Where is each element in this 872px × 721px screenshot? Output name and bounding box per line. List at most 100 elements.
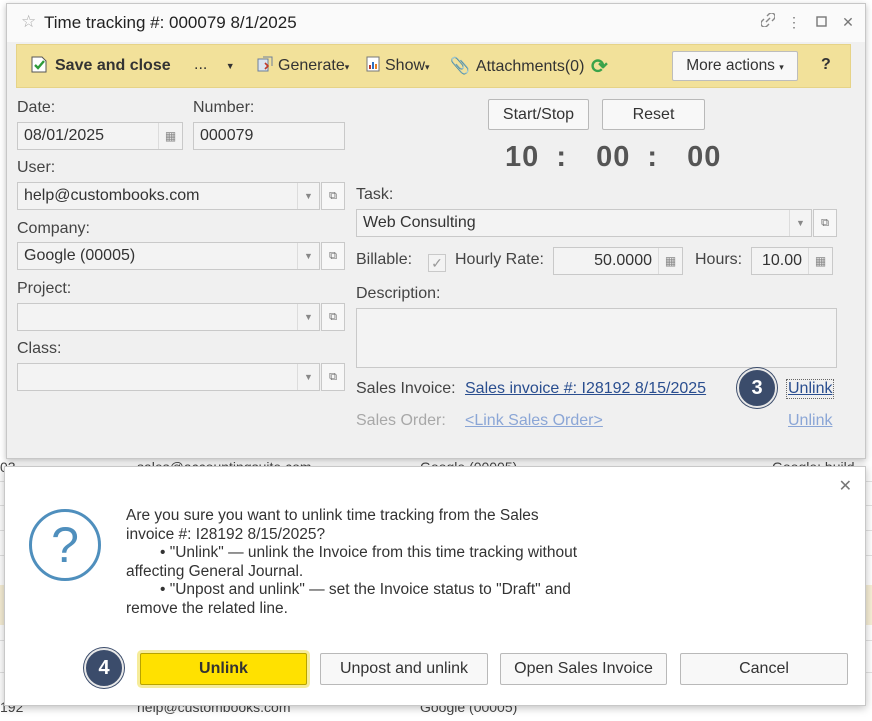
user-select[interactable]: help@custombooks.com ▼ xyxy=(17,182,320,210)
number-value: 000079 xyxy=(200,127,254,144)
sales-invoice-label: Sales Invoice: xyxy=(356,380,456,397)
billable-checkbox[interactable]: ✓ xyxy=(428,254,446,272)
dialog-text-line: affecting General Journal. xyxy=(126,562,304,580)
timer-display: 10 : 00 : 00 xyxy=(505,141,721,174)
dialog-text-line: Are you sure you want to unlink time tra… xyxy=(126,507,539,524)
window-title: Time tracking #: 000079 8/1/2025 xyxy=(44,13,297,32)
more-menu-button[interactable]: ... ▼ xyxy=(194,56,235,74)
open-user-button[interactable]: ⧉ xyxy=(321,182,345,210)
date-label: Date: xyxy=(17,99,56,116)
dialog-text-line: invoice #: I28192 8/15/2025? xyxy=(126,525,326,543)
open-class-button[interactable]: ⧉ xyxy=(321,363,345,391)
chevron-down-icon: ▾ xyxy=(425,62,430,72)
reset-button[interactable]: Reset xyxy=(602,99,705,130)
project-label: Project: xyxy=(17,280,72,297)
chevron-down-icon[interactable]: ▼ xyxy=(297,183,319,209)
dialog-text-line: • "Unpost and unlink" — set the Invoice … xyxy=(160,581,571,598)
report-icon xyxy=(366,56,380,72)
step-badge-3: 3 xyxy=(737,368,777,408)
timer-hours: 10 xyxy=(505,141,540,173)
calculator-icon[interactable]: ▦ xyxy=(658,248,682,274)
timer-minutes: 00 xyxy=(596,141,631,173)
dialog-text-line: remove the related line. xyxy=(126,599,288,617)
unlink-button[interactable]: Unlink xyxy=(140,653,307,685)
company-value: Google (00005) xyxy=(24,247,136,264)
question-icon: ? xyxy=(29,509,101,581)
user-label: User: xyxy=(17,159,56,176)
generate-icon xyxy=(257,56,273,72)
chevron-down-icon[interactable]: ▼ xyxy=(297,304,319,330)
more-vert-icon[interactable]: ⋮ xyxy=(785,13,803,31)
title-bar: ☆ Time tracking #: 000079 8/1/2025 ⋮ ✕ xyxy=(7,4,865,42)
time-tracking-window: ☆ Time tracking #: 000079 8/1/2025 ⋮ ✕ S… xyxy=(6,3,866,459)
date-value: 08/01/2025 xyxy=(24,127,105,144)
chevron-down-icon[interactable]: ▼ xyxy=(789,210,811,236)
toolbar: Save and close ... ▼ Generate▾ Show▾ 📎 At… xyxy=(16,44,851,88)
number-label: Number: xyxy=(193,99,255,116)
task-select[interactable]: Web Consulting ▼ xyxy=(356,209,812,237)
timer-separator: : xyxy=(556,141,567,173)
task-value: Web Consulting xyxy=(363,214,476,231)
generate-label: Generate xyxy=(278,57,345,74)
close-icon[interactable]: ✕ xyxy=(839,476,852,496)
user-value: help@custombooks.com xyxy=(24,187,200,204)
open-company-button[interactable]: ⧉ xyxy=(321,242,345,270)
class-label: Class: xyxy=(17,340,62,357)
hours-value: 10.00 xyxy=(761,252,802,269)
star-icon[interactable]: ☆ xyxy=(21,12,36,32)
date-field[interactable]: 08/01/2025 ▦ xyxy=(17,122,183,150)
refresh-icon[interactable]: ⟳ xyxy=(591,54,608,79)
sales-order-label: Sales Order: xyxy=(356,412,446,429)
hours-label: Hours: xyxy=(695,251,743,268)
chevron-down-icon: ▼ xyxy=(225,61,235,71)
save-and-close-button[interactable]: Save and close xyxy=(31,56,171,75)
task-label: Task: xyxy=(356,186,394,203)
save-and-close-label: Save and close xyxy=(55,57,171,74)
company-label: Company: xyxy=(17,220,90,237)
link-icon[interactable] xyxy=(759,12,777,31)
open-project-button[interactable]: ⧉ xyxy=(321,303,345,331)
sales-invoice-link[interactable]: Sales invoice #: I28192 8/15/2025 xyxy=(465,380,706,398)
hourly-rate-field[interactable]: 50.0000 ▦ xyxy=(553,247,683,275)
show-label: Show xyxy=(385,57,426,74)
chevron-down-icon[interactable]: ▼ xyxy=(297,243,319,269)
maximize-icon[interactable] xyxy=(812,13,830,31)
description-textarea[interactable] xyxy=(356,308,837,368)
dialog-text-line: • "Unlink" — unlink the Invoice from thi… xyxy=(160,544,578,561)
dialog-message: Are you sure you want to unlink time tra… xyxy=(126,507,596,618)
chevron-down-icon: ▾ xyxy=(344,62,350,72)
help-button[interactable]: ? xyxy=(821,56,831,74)
open-task-button[interactable]: ⧉ xyxy=(813,209,837,237)
link-sales-order-link[interactable]: <Link Sales Order> xyxy=(465,412,603,430)
paperclip-icon: 📎 xyxy=(450,58,470,75)
open-sales-invoice-button[interactable]: Open Sales Invoice xyxy=(500,653,667,685)
chevron-down-icon[interactable]: ▼ xyxy=(297,364,319,390)
unlink-order-link[interactable]: Unlink xyxy=(788,412,832,430)
hourly-rate-label: Hourly Rate: xyxy=(455,251,544,268)
class-select[interactable]: ▼ xyxy=(17,363,320,391)
more-menu-label: ... xyxy=(194,56,208,73)
hours-field[interactable]: 10.00 ▦ xyxy=(751,247,833,275)
calculator-icon[interactable]: ▦ xyxy=(808,248,832,274)
number-field[interactable]: 000079 xyxy=(193,122,345,150)
more-actions-button[interactable]: More actions ▾ xyxy=(672,51,798,81)
unpost-and-unlink-button[interactable]: Unpost and unlink xyxy=(320,653,488,685)
unlink-confirm-dialog: ✕ ? Are you sure you want to unlink time… xyxy=(4,466,866,706)
timer-separator: : xyxy=(647,141,659,173)
generate-button[interactable]: Generate▾ xyxy=(257,56,349,75)
description-label: Description: xyxy=(356,285,441,302)
unlink-invoice-link[interactable]: Unlink xyxy=(785,379,835,399)
project-select[interactable]: ▼ xyxy=(17,303,320,331)
company-select[interactable]: Google (00005) ▼ xyxy=(17,242,320,270)
show-button[interactable]: Show▾ xyxy=(366,56,430,75)
timer-seconds: 00 xyxy=(687,141,722,173)
start-stop-button[interactable]: Start/Stop xyxy=(488,99,589,130)
calendar-icon[interactable]: ▦ xyxy=(158,123,182,149)
more-actions-label: More actions xyxy=(686,57,775,74)
billable-label: Billable: xyxy=(356,251,413,268)
close-icon[interactable]: ✕ xyxy=(839,13,857,31)
cancel-button[interactable]: Cancel xyxy=(680,653,848,685)
step-badge-4: 4 xyxy=(84,648,124,688)
hourly-rate-value: 50.0000 xyxy=(594,252,652,269)
attachments-button[interactable]: 📎 Attachments(0) xyxy=(450,56,584,76)
